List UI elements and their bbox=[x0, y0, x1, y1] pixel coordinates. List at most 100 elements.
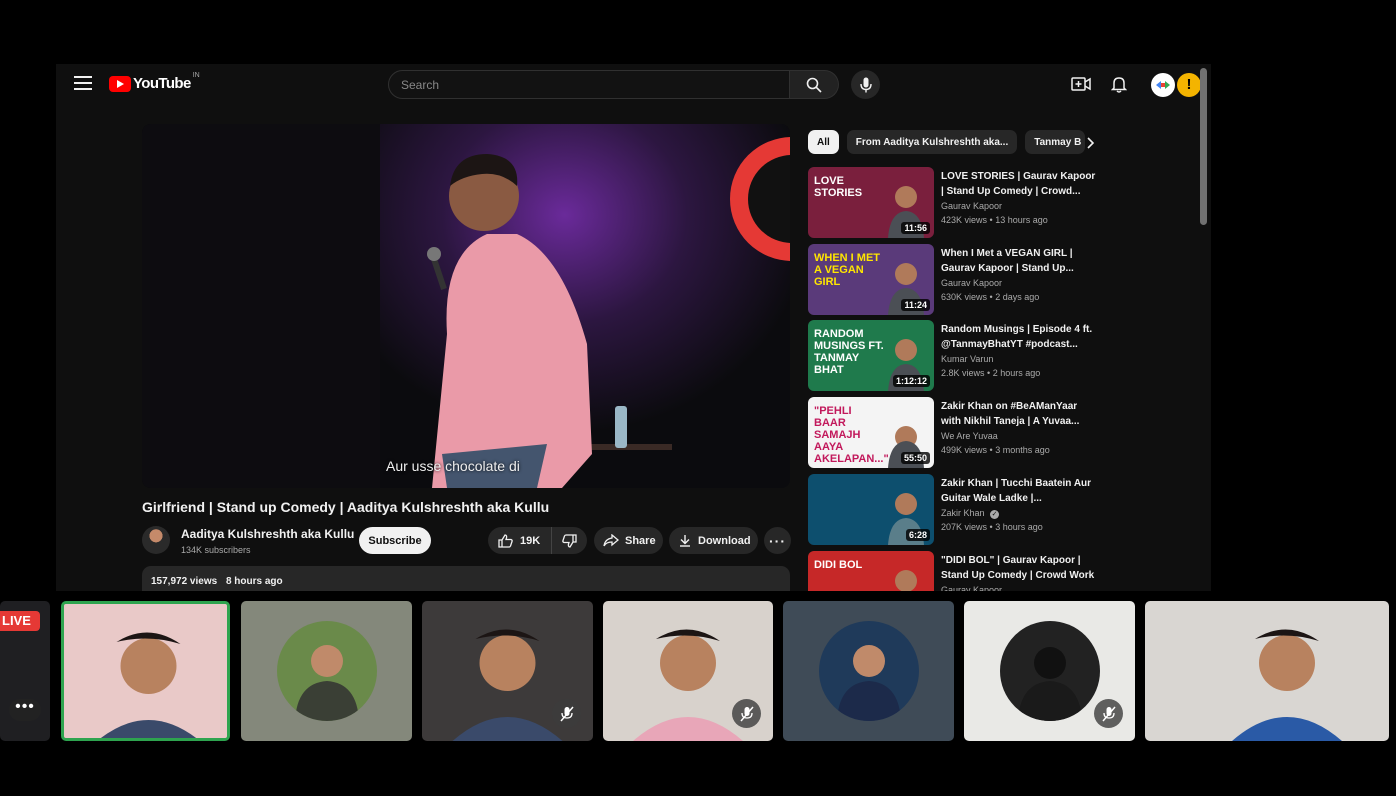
recommendation-age: 3 months ago bbox=[995, 445, 1050, 455]
recommendation-thumbnail[interactable]: RANDOM MUSINGS FT. TANMAY BHAT 1:12:12 bbox=[808, 320, 934, 391]
recommendation-list: LOVE STORIES 11:56 LOVE STORIES | Gaurav… bbox=[808, 167, 1098, 591]
muted-mic-icon bbox=[1094, 699, 1123, 728]
recommendation-item[interactable]: RANDOM MUSINGS FT. TANMAY BHAT 1:12:12 R… bbox=[808, 320, 1098, 392]
notifications-button[interactable] bbox=[1110, 75, 1128, 98]
recommendation-views: 499K views bbox=[941, 445, 988, 455]
logo-text: YouTube bbox=[133, 75, 191, 92]
participant-tile[interactable] bbox=[1145, 601, 1389, 741]
verified-check-icon: ✓ bbox=[990, 510, 1000, 519]
recommendation-channel-name: Zakir Khan bbox=[941, 508, 985, 518]
recommendation-item[interactable]: WHEN I MET A VEGAN GIRL 11:24 When I Met… bbox=[808, 244, 1098, 316]
participant-tile[interactable] bbox=[603, 601, 773, 741]
chip-tanmay[interactable]: Tanmay B bbox=[1025, 130, 1086, 154]
masthead: YouTube IN ! bbox=[56, 64, 1211, 106]
search-button[interactable] bbox=[790, 70, 839, 99]
recommendation-channel-name: Gaurav Kapoor bbox=[941, 201, 1003, 211]
create-video-button[interactable] bbox=[1071, 75, 1091, 98]
video-duration: 6:28 bbox=[905, 529, 930, 541]
recommendation-item[interactable]: "PEHLI BAAR SAMAJH AAYA AKELAPAN..." 55:… bbox=[808, 397, 1098, 469]
recommendation-channel[interactable]: Gaurav Kapoor bbox=[941, 278, 1002, 288]
chevron-right-icon bbox=[1087, 137, 1095, 149]
voice-search-button[interactable] bbox=[851, 70, 880, 99]
participant-tile[interactable] bbox=[61, 601, 230, 741]
avatar-person-image bbox=[294, 645, 359, 721]
recommendation-thumbnail[interactable]: "PEHLI BAAR SAMAJH AAYA AKELAPAN..." 55:… bbox=[808, 397, 934, 468]
recommendation-item[interactable]: LOVE STORIES 11:56 LOVE STORIES | Gaurav… bbox=[808, 167, 1098, 239]
description-meta: 157,972 views 8 hours ago bbox=[151, 576, 283, 587]
warning-badge-icon[interactable]: ! bbox=[1177, 73, 1201, 97]
avatar-person-image bbox=[836, 645, 901, 721]
recommendation-channel[interactable]: Zakir Khan ✓ bbox=[941, 508, 1000, 519]
participant-tile[interactable] bbox=[241, 601, 412, 741]
share-button[interactable]: Share bbox=[594, 527, 663, 554]
chips-next-button[interactable] bbox=[1087, 136, 1095, 154]
page-scrollbar[interactable] bbox=[1200, 68, 1207, 225]
video-plus-icon bbox=[1071, 77, 1091, 91]
more-options-button[interactable]: ••• bbox=[9, 699, 41, 721]
participant-video-image bbox=[100, 632, 197, 738]
recommendation-views: 2.8K views bbox=[941, 368, 985, 378]
recommendation-title[interactable]: LOVE STORIES | Gaurav Kapoor | Stand Up … bbox=[941, 169, 1096, 199]
dislike-button[interactable] bbox=[552, 527, 587, 554]
participant-tile[interactable] bbox=[783, 601, 954, 741]
recommendation-channel-name: Gaurav Kapoor bbox=[941, 585, 1003, 591]
recommendation-meta: 630K views • 2 days ago bbox=[941, 292, 1040, 302]
recommendation-channel[interactable]: Kumar Varun bbox=[941, 354, 993, 364]
recommendation-thumbnail[interactable]: LOVE STORIES 11:56 bbox=[808, 167, 934, 238]
account-avatar[interactable] bbox=[1151, 73, 1175, 97]
subscribe-button[interactable]: Subscribe bbox=[359, 527, 431, 554]
country-code: IN bbox=[192, 72, 200, 79]
search-icon bbox=[806, 77, 822, 93]
filter-chips: All From Aaditya Kulshreshth aka... Tanm… bbox=[808, 130, 1098, 154]
recommendation-thumbnail[interactable]: 6:28 bbox=[808, 474, 934, 545]
video-caption: Aur usse chocolate di bbox=[386, 458, 520, 474]
video-player[interactable]: Aur usse chocolate di bbox=[142, 124, 790, 488]
recommendation-views: 423K views bbox=[941, 215, 988, 225]
download-button[interactable]: Download bbox=[669, 527, 758, 554]
description-box[interactable]: 157,972 views 8 hours ago bbox=[142, 566, 790, 591]
thumbnail-person-image bbox=[895, 570, 917, 591]
video-duration: 1:12:12 bbox=[892, 375, 930, 387]
download-label: Download bbox=[698, 534, 751, 547]
recommendation-channel[interactable]: Gaurav Kapoor bbox=[941, 585, 1002, 591]
like-button[interactable]: 19K bbox=[488, 527, 552, 554]
recommendation-views: 207K views bbox=[941, 522, 988, 532]
subscriber-count: 134K subscribers bbox=[181, 545, 251, 555]
recommendation-item[interactable]: DIDI BOL "DIDI BOL" | Gaurav Kapoor | St… bbox=[808, 551, 1098, 591]
recommendation-title[interactable]: When I Met a VEGAN GIRL | Gaurav Kapoor … bbox=[941, 246, 1096, 276]
youtube-play-icon bbox=[109, 75, 131, 92]
channel-avatar[interactable] bbox=[142, 526, 170, 554]
video-title: Girlfriend | Stand up Comedy | Aaditya K… bbox=[142, 499, 550, 515]
recommendation-meta: 207K views • 3 hours ago bbox=[941, 522, 1043, 532]
recommendation-channel[interactable]: Gaurav Kapoor bbox=[941, 201, 1002, 211]
recommendation-meta: 2.8K views • 2 hours ago bbox=[941, 368, 1041, 378]
recommendation-title[interactable]: "DIDI BOL" | Gaurav Kapoor | Stand Up Co… bbox=[941, 553, 1096, 583]
bell-icon bbox=[1110, 77, 1128, 93]
participant-avatar bbox=[818, 621, 919, 721]
participant-tile[interactable] bbox=[964, 601, 1135, 741]
hamburger-menu-icon[interactable] bbox=[74, 76, 92, 92]
recommendation-title[interactable]: Zakir Khan on #BeAManYaar with Nikhil Ta… bbox=[941, 399, 1096, 429]
avatar-person-image bbox=[1017, 647, 1082, 721]
recommendation-age: 2 days ago bbox=[995, 292, 1040, 302]
recommendation-item[interactable]: 6:28 Zakir Khan | Tucchi Baatein Aur Gui… bbox=[808, 474, 1098, 546]
recommendation-title[interactable]: Zakir Khan | Tucchi Baatein Aur Guitar W… bbox=[941, 476, 1096, 506]
youtube-logo[interactable]: YouTube IN bbox=[109, 72, 200, 92]
channel-name[interactable]: Aaditya Kulshreshth aka Kullu bbox=[181, 527, 354, 541]
more-actions-button[interactable]: ··· bbox=[764, 527, 791, 554]
more-dots-icon: ··· bbox=[769, 532, 786, 549]
recommendation-channel[interactable]: We Are Yuvaa bbox=[941, 431, 998, 441]
search-input[interactable] bbox=[388, 70, 790, 99]
participant-tile[interactable] bbox=[422, 601, 593, 741]
recommendation-age: 13 hours ago bbox=[995, 215, 1048, 225]
recommendation-meta: 423K views • 13 hours ago bbox=[941, 215, 1048, 225]
recommendation-thumbnail[interactable]: WHEN I MET A VEGAN GIRL 11:24 bbox=[808, 244, 934, 315]
view-count: 157,972 views bbox=[151, 576, 218, 587]
recommendation-thumbnail[interactable]: DIDI BOL bbox=[808, 551, 934, 591]
chip-all[interactable]: All bbox=[808, 130, 839, 154]
recommendation-channel-name: Gaurav Kapoor bbox=[941, 278, 1003, 288]
chip-from-channel[interactable]: From Aaditya Kulshreshth aka... bbox=[846, 130, 1018, 154]
microphone-icon bbox=[859, 77, 872, 92]
like-count: 19K bbox=[520, 534, 541, 547]
recommendation-title[interactable]: Random Musings | Episode 4 ft. @TanmayBh… bbox=[941, 322, 1096, 352]
